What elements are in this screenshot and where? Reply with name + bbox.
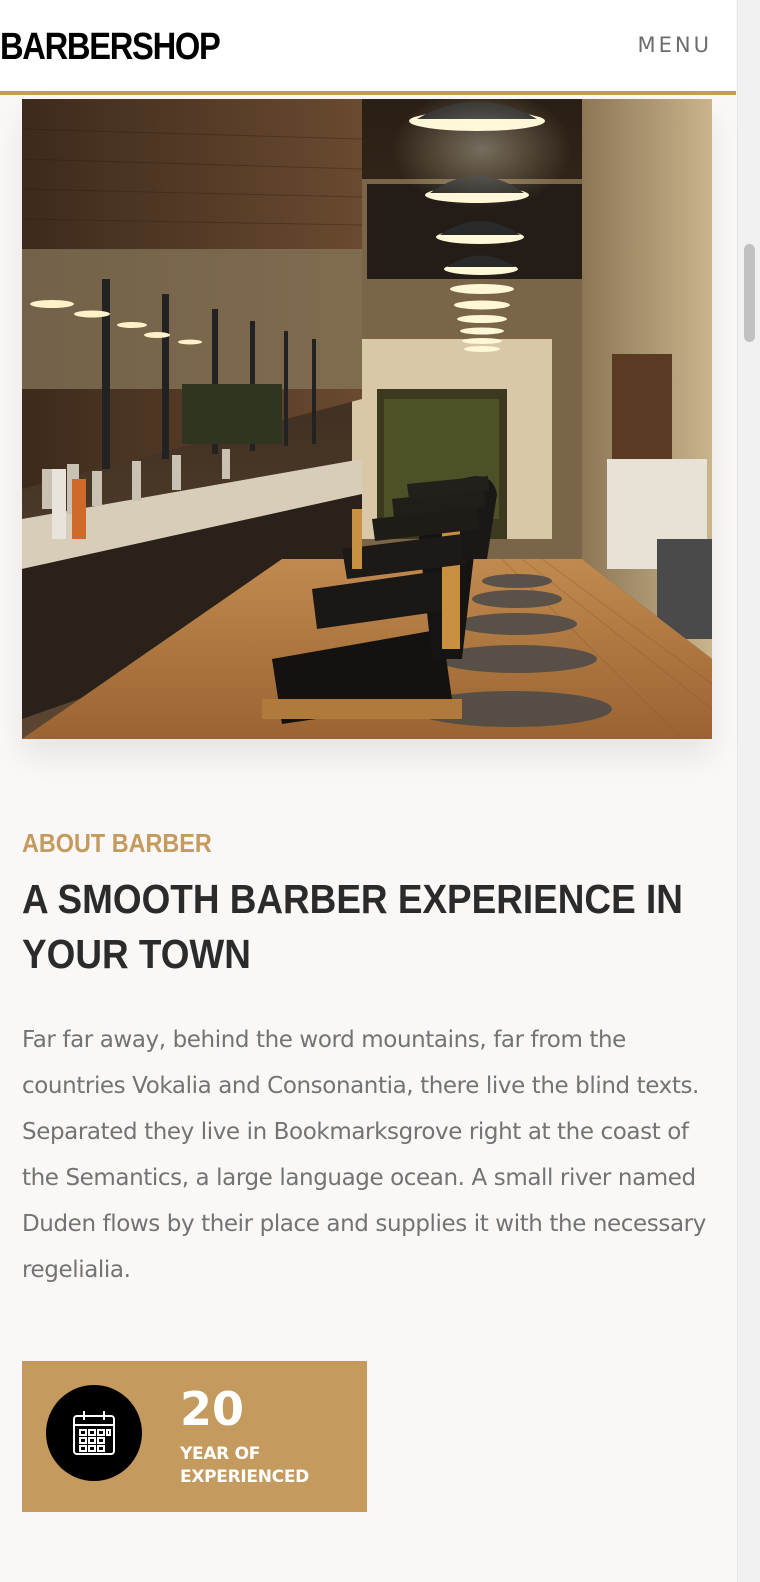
section-body: Far far away, behind the word mountains,… xyxy=(22,1027,706,1283)
section-heading: A SMOOTH BARBER EXPERIENCE IN YOUR TOWN xyxy=(22,876,683,977)
brand-logo[interactable]: BARBERSHOP xyxy=(0,22,221,72)
section-subtitle: ABOUT BARBER xyxy=(22,828,212,858)
barbershop-interior-photo xyxy=(22,99,712,739)
hero-image xyxy=(22,99,712,739)
scrollbar-thumb[interactable] xyxy=(744,244,755,342)
menu-button[interactable]: MENU xyxy=(638,30,712,60)
experience-stat: 20 YEAR OF EXPERIENCED xyxy=(22,1361,367,1512)
stat-label: YEAR OF EXPERIENCED xyxy=(180,1444,309,1487)
stat-number: 20 xyxy=(180,1382,245,1436)
navbar: BARBERSHOP MENU xyxy=(0,0,736,95)
scrollbar[interactable] xyxy=(737,0,760,1582)
calendar-icon xyxy=(46,1385,142,1481)
